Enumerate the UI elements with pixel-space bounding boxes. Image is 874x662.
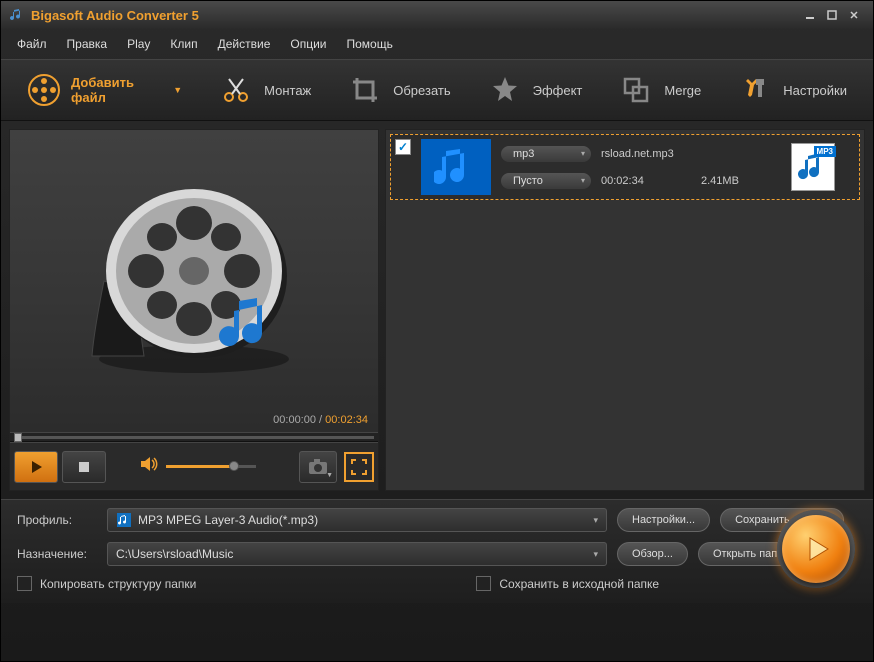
file-duration: 00:02:34 xyxy=(601,175,691,187)
close-button[interactable] xyxy=(843,6,865,24)
menu-file[interactable]: Файл xyxy=(17,37,47,51)
tools-icon xyxy=(737,72,773,108)
bottom-panel: Профиль: MP3 MPEG Layer-3 Audio(*.mp3) Н… xyxy=(1,499,873,603)
minimize-button[interactable] xyxy=(799,6,821,24)
file-name: rsload.net.mp3 xyxy=(601,148,691,160)
reel-placeholder-icon xyxy=(84,181,304,381)
menu-action[interactable]: Действие xyxy=(218,37,271,51)
destination-label: Назначение: xyxy=(17,547,97,561)
file-badge: MP3 xyxy=(814,146,836,157)
time-display: 00:00:00 / 00:02:34 xyxy=(273,414,368,426)
copy-structure-label: Копировать структуру папки xyxy=(40,577,196,591)
file-size: 2.41MB xyxy=(701,175,781,187)
snapshot-button[interactable]: ▼ xyxy=(299,451,337,483)
profile-select[interactable]: MP3 MPEG Layer-3 Audio(*.mp3) xyxy=(107,508,607,532)
preview-area: 00:00:00 / 00:02:34 xyxy=(10,130,378,432)
profile-settings-button[interactable]: Настройки... xyxy=(617,508,710,532)
save-source-checkbox[interactable] xyxy=(476,576,491,591)
stop-button[interactable] xyxy=(62,451,106,483)
titlebar: Bigasoft Audio Converter 5 xyxy=(1,1,873,29)
film-reel-icon xyxy=(27,72,61,108)
app-logo-icon xyxy=(9,7,25,23)
settings-label: Настройки xyxy=(783,83,847,98)
scrubber[interactable] xyxy=(10,432,378,442)
crop-button[interactable]: Обрезать xyxy=(333,66,464,114)
app-title: Bigasoft Audio Converter 5 xyxy=(31,8,799,23)
file-list: ✓ mp3 rsload.net.mp3 MP3 Пусто 00:02:34 … xyxy=(385,129,865,491)
file-checkbox[interactable]: ✓ xyxy=(395,139,411,155)
copy-structure-checkbox[interactable] xyxy=(17,576,32,591)
add-file-label: Добавить файл xyxy=(71,75,161,105)
menubar: Файл Правка Play Клип Действие Опции Пом… xyxy=(1,29,873,59)
file-thumbnail xyxy=(421,139,491,195)
crop-label: Обрезать xyxy=(393,83,450,98)
volume-icon[interactable] xyxy=(140,456,158,477)
profile-value: MP3 MPEG Layer-3 Audio(*.mp3) xyxy=(138,513,318,527)
volume-slider[interactable] xyxy=(166,465,256,468)
montage-label: Монтаж xyxy=(264,83,311,98)
merge-label: Merge xyxy=(664,83,701,98)
scissors-icon xyxy=(218,72,254,108)
file-row[interactable]: ✓ mp3 rsload.net.mp3 MP3 Пусто 00:02:34 … xyxy=(390,134,860,200)
profile-label: Профиль: xyxy=(17,513,97,527)
destination-select[interactable]: C:\Users\rsload\Music xyxy=(107,542,607,566)
merge-icon xyxy=(618,72,654,108)
app-window: Bigasoft Audio Converter 5 Файл Правка P… xyxy=(0,0,874,662)
crop-icon xyxy=(347,72,383,108)
merge-button[interactable]: Merge xyxy=(604,66,715,114)
fullscreen-button[interactable] xyxy=(344,452,374,482)
convert-button[interactable] xyxy=(777,510,855,588)
play-button[interactable] xyxy=(14,451,58,483)
status-tag[interactable]: Пусто xyxy=(501,173,591,189)
effect-button[interactable]: Эффект xyxy=(473,66,597,114)
toolbar: Добавить файл ▼ Монтаж Обрезать Эффект xyxy=(1,59,873,121)
destination-value: C:\Users\rsload\Music xyxy=(116,547,233,561)
menu-clip[interactable]: Клип xyxy=(170,37,197,51)
preview-panel: 00:00:00 / 00:02:34 xyxy=(9,129,379,491)
menu-play[interactable]: Play xyxy=(127,37,150,51)
time-current: 00:00:00 xyxy=(273,414,316,426)
settings-button[interactable]: Настройки xyxy=(723,66,861,114)
effect-label: Эффект xyxy=(533,83,583,98)
format-tag[interactable]: mp3 xyxy=(501,146,591,162)
save-source-label: Сохранить в исходной папке xyxy=(499,577,659,591)
menu-help[interactable]: Помощь xyxy=(347,37,393,51)
output-file-icon: MP3 xyxy=(791,143,835,191)
add-file-button[interactable]: Добавить файл ▼ xyxy=(13,66,196,114)
star-icon xyxy=(487,72,523,108)
mp3-icon xyxy=(116,512,132,528)
maximize-button[interactable] xyxy=(821,6,843,24)
playback-controls: ▼ xyxy=(10,442,378,490)
time-total: 00:02:34 xyxy=(325,414,368,426)
menu-edit[interactable]: Правка xyxy=(67,37,108,51)
chevron-down-icon: ▼ xyxy=(173,85,182,95)
montage-button[interactable]: Монтаж xyxy=(204,66,325,114)
browse-button[interactable]: Обзор... xyxy=(617,542,688,566)
menu-options[interactable]: Опции xyxy=(290,37,326,51)
